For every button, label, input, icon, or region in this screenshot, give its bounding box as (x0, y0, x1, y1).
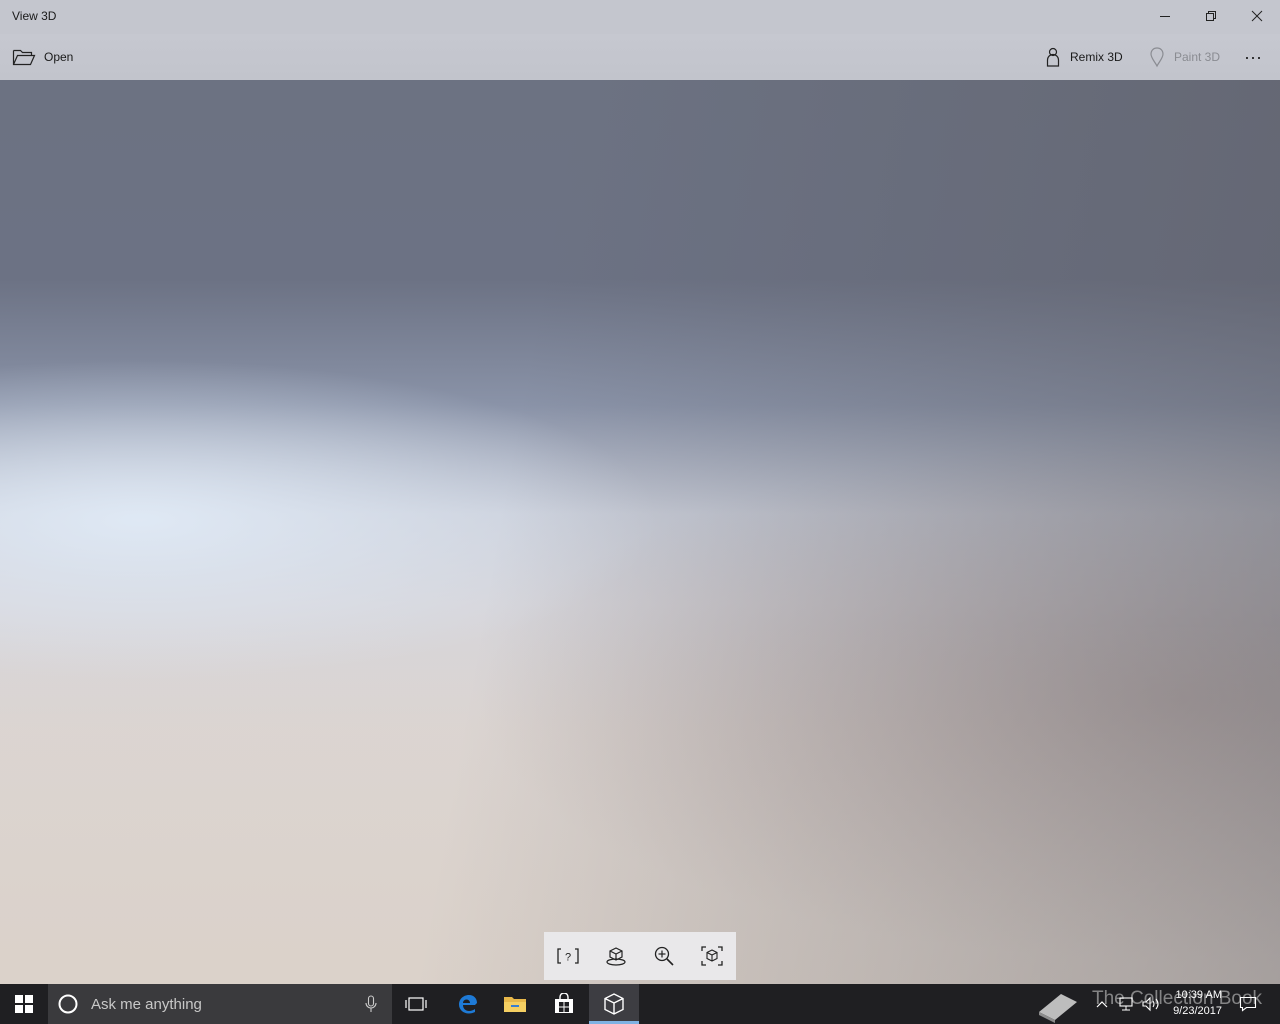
windows-logo-icon (15, 995, 33, 1013)
restore-button[interactable] (1188, 0, 1234, 32)
volume-button[interactable] (1140, 984, 1162, 1024)
viewport-background (0, 80, 1280, 984)
edge-icon (459, 995, 477, 1014)
view-3d-taskbar-button[interactable] (589, 984, 639, 1024)
action-center-button[interactable] (1232, 984, 1264, 1024)
task-view-button[interactable] (392, 984, 440, 1024)
open-label: Open (44, 50, 74, 64)
window-title: View 3D (12, 9, 57, 23)
task-view-icon (405, 997, 427, 1011)
mixed-reality-button[interactable]: ? (544, 932, 592, 980)
paint-3d-icon (1150, 47, 1164, 68)
remix-3d-icon (1046, 47, 1060, 67)
start-button[interactable] (0, 984, 48, 1024)
fit-to-view-button[interactable] (688, 932, 736, 980)
taskbar: Ask me anything The Collection Book 10:3… (0, 984, 1280, 1024)
microphone-icon[interactable] (364, 995, 378, 1013)
cortana-search-box[interactable]: Ask me anything (48, 984, 392, 1024)
close-button[interactable] (1234, 0, 1280, 32)
book-logo-icon (1039, 994, 1077, 1023)
zoom-in-icon (654, 946, 674, 966)
volume-icon (1142, 996, 1159, 1012)
file-explorer-taskbar-button[interactable] (491, 984, 539, 1024)
minimize-button[interactable] (1142, 0, 1188, 32)
cortana-icon (58, 994, 78, 1014)
more-icon: ··· (1244, 46, 1262, 67)
fit-to-view-icon (701, 946, 723, 966)
environment-icon (606, 947, 626, 966)
3d-viewport[interactable]: ? (0, 80, 1280, 984)
chevron-up-icon (1096, 1001, 1108, 1008)
paint-3d-label: Paint 3D (1174, 50, 1221, 64)
paint-3d-button[interactable]: Paint 3D (1148, 34, 1220, 80)
question-frame-icon: ? (557, 948, 579, 964)
remix-3d-label: Remix 3D (1070, 50, 1123, 64)
system-clock[interactable]: 10:39 AM 9/23/2017 (1173, 987, 1222, 1019)
command-bar: Open Remix 3D Paint 3D ··· (0, 34, 1280, 80)
zoom-button[interactable] (640, 932, 688, 980)
minimize-icon (1160, 16, 1170, 17)
file-explorer-icon (504, 997, 526, 1012)
store-taskbar-button[interactable] (540, 984, 588, 1024)
open-button[interactable]: Open (12, 34, 73, 80)
view-3d-icon (604, 993, 624, 1015)
clock-time: 10:39 AM (1175, 989, 1222, 1001)
viewport-floor (0, 620, 1280, 984)
notification-icon (1239, 996, 1257, 1012)
view3d-window: View 3D Open Remix 3D Paint 3D ··· ? (0, 0, 1280, 984)
store-icon (555, 993, 573, 1013)
network-icon (1119, 997, 1133, 1011)
show-hidden-icons-button[interactable] (1094, 984, 1110, 1024)
close-icon (1251, 10, 1263, 22)
network-button[interactable] (1114, 984, 1136, 1024)
folder-open-icon (12, 49, 36, 66)
search-placeholder: Ask me anything (91, 995, 202, 1013)
more-options-button[interactable]: ··· (1244, 34, 1262, 80)
viewport-toolbar: ? (544, 932, 736, 980)
restore-icon (1206, 11, 1216, 21)
remix-3d-button[interactable]: Remix 3D (1044, 34, 1123, 80)
collection-book-logo (1030, 984, 1082, 1024)
environment-button[interactable] (592, 932, 640, 980)
edge-taskbar-button[interactable] (443, 984, 491, 1024)
clock-date: 9/23/2017 (1173, 1005, 1222, 1017)
svg-text:?: ? (565, 952, 571, 964)
title-bar[interactable]: View 3D (0, 0, 1280, 34)
